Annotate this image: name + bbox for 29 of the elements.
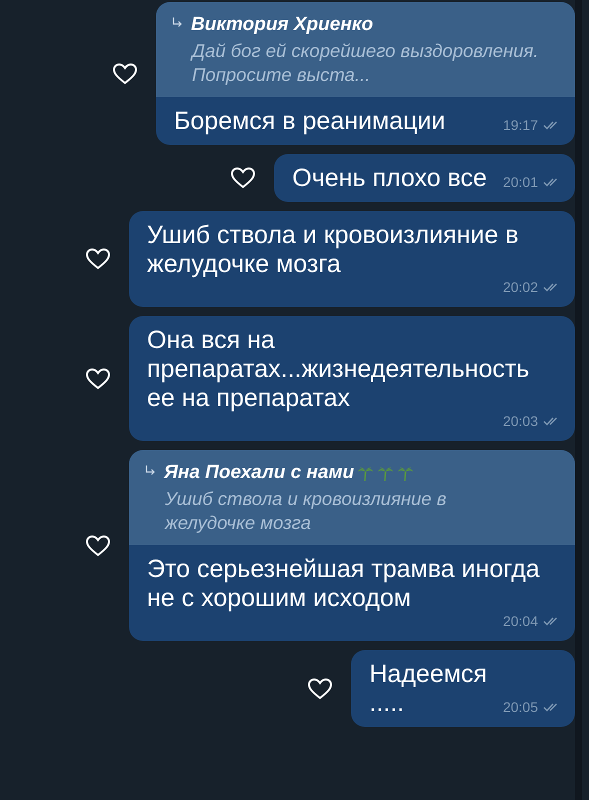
palm-tree-icon (377, 464, 394, 482)
message-time: 20:01 (502, 174, 538, 190)
message-time: 19:17 (502, 117, 538, 133)
reply-author: Виктория Хриенко (191, 14, 374, 36)
reply-text: Ушиб ствола и кровоизлияние в желудочке мозга (164, 487, 448, 535)
reply-quote[interactable]: Яна Поехали с нами Ушиб ствола и кровоизлияние в желудочке мозга (129, 450, 575, 545)
heart-icon[interactable] (112, 62, 138, 86)
reply-text: Дай бог ей скорейшего выздоровления. Попросите выста... (189, 39, 540, 87)
message-text: Очень плохо все (292, 164, 487, 193)
heart-icon[interactable] (85, 534, 111, 558)
heart-icon[interactable] (85, 247, 111, 271)
reply-arrow-icon (172, 17, 182, 28)
palm-tree-icon (357, 464, 374, 482)
palm-tree-icon (397, 464, 414, 482)
message-time: 20:04 (502, 613, 538, 629)
message-text: Боремся в реанимации (174, 107, 446, 136)
message-text: Это серьезнейшая трамва иногда не с хорошим исходом (147, 555, 541, 613)
reply-author: Яна Поехали с нами (164, 462, 354, 484)
reply-arrow-icon (145, 465, 155, 476)
heart-icon[interactable] (230, 166, 256, 190)
heart-icon[interactable] (85, 366, 111, 390)
message-text: Надеемся ..... (369, 660, 487, 718)
message-time: 20:05 (502, 699, 538, 715)
message-time: 20:03 (502, 413, 538, 429)
message-text: Она вся на препаратах...жизнедеятельность ее на препаратах (147, 326, 530, 413)
reply-quote[interactable]: Виктория Хриенко Дай бог ей скорейшего выздоровления. Попросите выста... (156, 2, 575, 97)
message-text: Ушиб ствола и кровоизлияние в желудочке мозга (147, 221, 520, 279)
heart-icon[interactable] (307, 676, 334, 700)
message-time: 20:02 (502, 279, 538, 295)
